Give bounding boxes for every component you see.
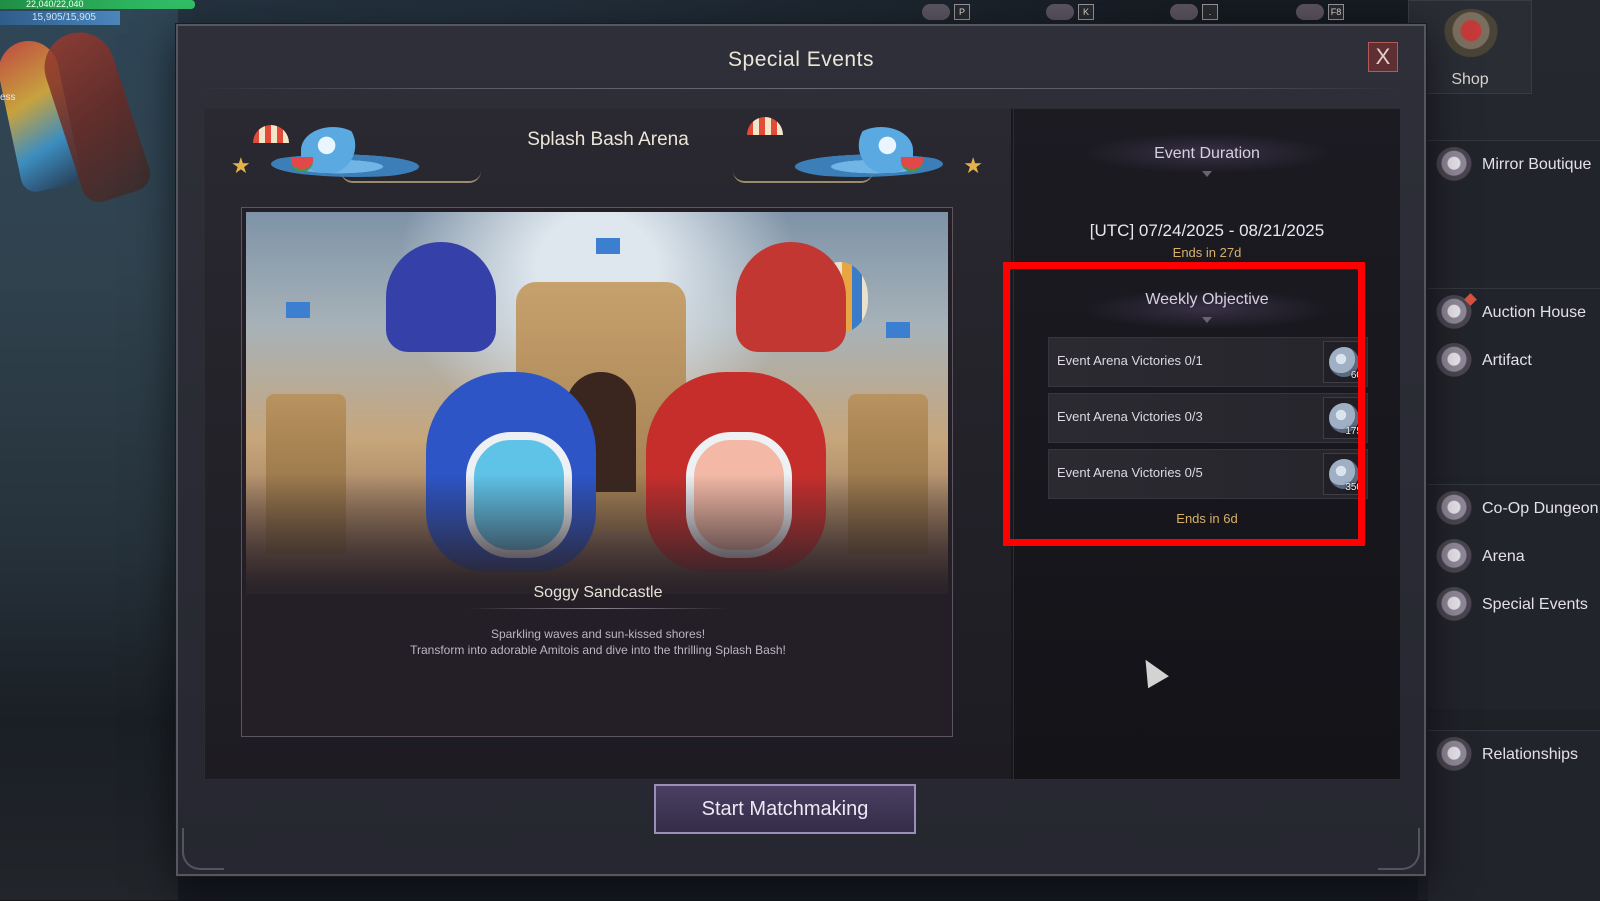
flag-icon (286, 302, 310, 318)
arena-title: Splash Bash Arena (527, 129, 689, 150)
pirate-hat (736, 242, 846, 352)
hotkey-feather[interactable]: F8 (1296, 2, 1344, 22)
beach-ornament-right: ★ (733, 113, 983, 193)
close-button[interactable]: X (1368, 42, 1398, 72)
arena-artwork-frame: Soggy Sandcastle Sparkling waves and sun… (241, 207, 953, 737)
partial-scene-text: ess (0, 92, 16, 103)
reward-quantity: 350 (1345, 482, 1362, 493)
map-name-divider (468, 608, 728, 609)
menu-item-label: Relationships (1482, 746, 1579, 763)
weekly-objective-title: Weekly Objective (1145, 291, 1269, 308)
map-description: Sparkling waves and sun-kissed shores! T… (242, 626, 954, 658)
menu-item-label: Arena (1482, 548, 1525, 565)
arena-artwork (246, 212, 948, 594)
menu-item-mirror-boutique[interactable]: Mirror Boutique (1428, 141, 1600, 189)
menu-item-label: Auction House (1482, 304, 1587, 321)
beach-ornament-left: ★ (231, 113, 481, 193)
weekly-ends-in: Ends in 6d (1176, 511, 1238, 526)
arena-panel: ★ ★ Splash Bash Arena Soggy Sandcastle S… (205, 109, 1011, 779)
mount-icon (1170, 4, 1198, 20)
handshake-icon (1436, 737, 1472, 773)
hotkey-character[interactable]: P (922, 2, 970, 22)
menu-item-special-events[interactable]: Special Events (1428, 581, 1600, 629)
corner-ornament (182, 828, 224, 870)
hotkey-key: K (1078, 4, 1094, 20)
menu-group-social: Relationships (1428, 730, 1600, 901)
menu-item-co-op-dungeon[interactable]: Co-Op Dungeon (1428, 485, 1600, 533)
feather-icon (1296, 4, 1324, 20)
event-date-range: [UTC] 07/24/2025 - 08/21/2025 (1089, 221, 1325, 240)
shop-button[interactable]: Shop (1408, 0, 1532, 94)
player-status-bars: 22,040/22,040 15,905/15,905 (0, 0, 195, 25)
artifact-icon (1436, 343, 1472, 379)
ornament-rope (733, 171, 873, 183)
event-duration-title: Event Duration (1154, 145, 1260, 162)
hotkey-skill[interactable]: K (1046, 2, 1094, 22)
menu-item-label: Mirror Boutique (1482, 156, 1592, 173)
menu-item-label: Special Events (1482, 596, 1588, 613)
hotkey-key: F8 (1328, 4, 1344, 20)
event-ends-in: Ends in 27d (1172, 245, 1242, 260)
menu-item-auction-house[interactable]: Auction House (1428, 289, 1600, 337)
modal-content: ★ ★ Splash Bash Arena Soggy Sandcastle S… (204, 108, 1400, 780)
objective-row: Event Arena Victories 0/3 175 (1048, 393, 1368, 443)
hp-text: 22,040/22,040 (26, 0, 84, 9)
section-pointer (1202, 171, 1212, 177)
map-description-line: Transform into adorable Amitois and dive… (410, 643, 786, 657)
shop-label: Shop (1451, 71, 1489, 88)
objective-label: Event Arena Victories 0/1 (1057, 353, 1203, 368)
mirror-icon (1436, 147, 1472, 183)
objective-row: Event Arena Victories 0/5 350 (1048, 449, 1368, 499)
map-description-line: Sparkling waves and sun-kissed shores! (490, 627, 706, 641)
map-name: Soggy Sandcastle (533, 584, 663, 601)
objective-label: Event Arena Victories 0/3 (1057, 409, 1203, 424)
menu-group-commerce: Mirror Boutique (1428, 140, 1600, 281)
menu-item-arena[interactable]: Arena (1428, 533, 1600, 581)
hotkey-key: P (954, 4, 970, 20)
objective-reward[interactable]: 350 (1323, 453, 1365, 495)
weekly-objective-section: Weekly Objective Event Arena Victories 0… (1032, 289, 1378, 555)
starfish-icon: ★ (231, 153, 251, 178)
character-icon (922, 4, 950, 20)
objective-label: Event Arena Victories 0/5 (1057, 465, 1203, 480)
artwork-fade (246, 474, 948, 594)
objective-row: Event Arena Victories 0/1 60 (1048, 337, 1368, 387)
flag-icon (596, 238, 620, 254)
reward-quantity: 60 (1350, 370, 1362, 381)
dungeon-gate-icon (1436, 491, 1472, 527)
corner-ornament (1378, 828, 1420, 870)
objective-reward[interactable]: 60 (1323, 341, 1365, 383)
objective-reward[interactable]: 175 (1323, 397, 1365, 439)
shop-emblem-icon (1443, 9, 1499, 57)
hp-bar: 22,040/22,040 (0, 0, 195, 9)
pirate-hat (386, 242, 496, 352)
starfish-icon: ★ (963, 153, 983, 178)
hotkey-key: . (1202, 4, 1218, 20)
title-divider (198, 88, 1404, 89)
event-info-panel: Event Duration [UTC] 07/24/2025 - 08/21/… (1013, 109, 1400, 779)
game-world-left-scene: ess (0, 0, 178, 900)
menu-group-trade: Auction House Artifact (1428, 288, 1600, 475)
mp-text: 15,905/15,905 (32, 12, 96, 23)
special-events-modal: Special Events X ★ ★ Splash Bash Arena S… (176, 24, 1426, 876)
menu-item-label: Co-Op Dungeon (1482, 500, 1599, 517)
modal-title: Special Events (728, 48, 874, 71)
menu-group-combat: Co-Op Dungeon Arena Special Events (1428, 484, 1600, 709)
skill-icon (1046, 4, 1074, 20)
tent-icon (1436, 587, 1472, 623)
menu-item-artifact[interactable]: Artifact (1428, 337, 1600, 385)
start-matchmaking-button[interactable]: Start Matchmaking (654, 784, 916, 834)
flag-icon (886, 322, 910, 338)
hotkey-mount[interactable]: . (1170, 2, 1218, 22)
menu-item-label: Artifact (1482, 352, 1532, 369)
section-pointer (1202, 317, 1212, 323)
crossed-swords-icon (1436, 539, 1472, 575)
ornament-rope (341, 171, 481, 183)
menu-item-relationships[interactable]: Relationships (1428, 731, 1600, 779)
reward-quantity: 175 (1345, 426, 1362, 437)
mp-bar: 15,905/15,905 (0, 11, 120, 25)
